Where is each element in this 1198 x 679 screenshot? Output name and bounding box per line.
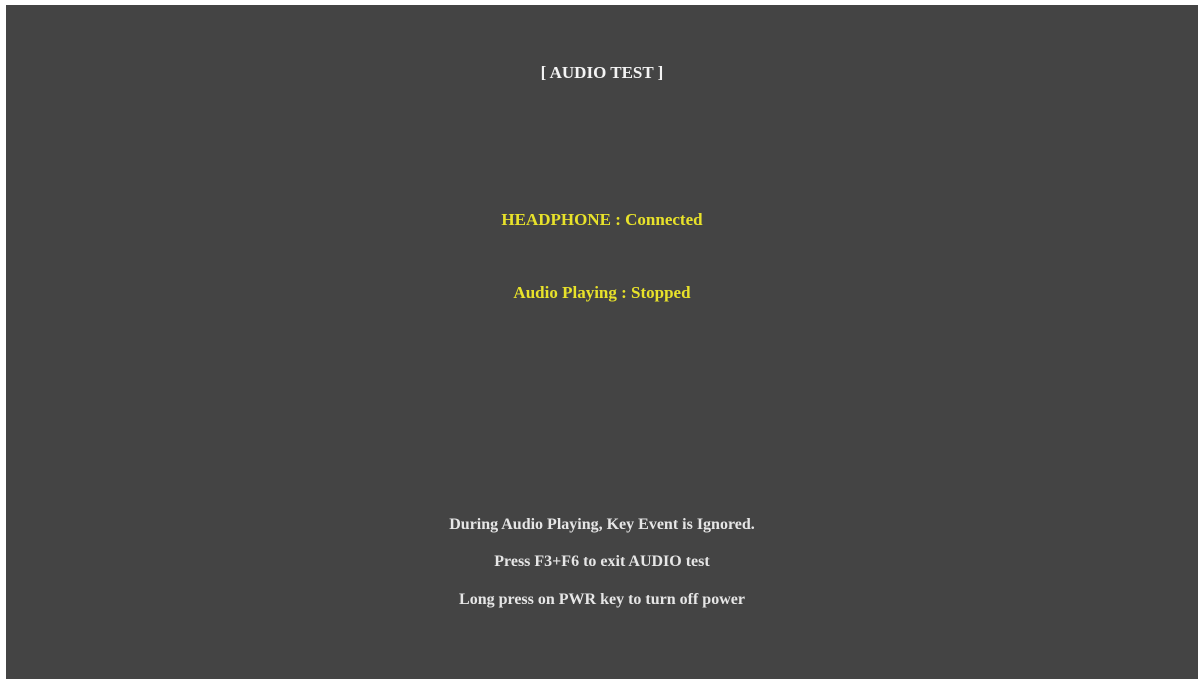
instruction-power-off: Long press on PWR key to turn off power [459,591,745,608]
page-title: [ AUDIO TEST ] [540,63,664,82]
instruction-key-event-ignored: During Audio Playing, Key Event is Ignor… [449,516,755,533]
audio-test-screen: [ AUDIO TEST ] HEADPHONE : Connected Aud… [6,5,1198,679]
audio-playing-status: Audio Playing : Stopped [513,283,691,302]
instruction-exit-test: Press F3+F6 to exit AUDIO test [494,553,710,570]
headphone-status: HEADPHONE : Connected [501,210,703,229]
